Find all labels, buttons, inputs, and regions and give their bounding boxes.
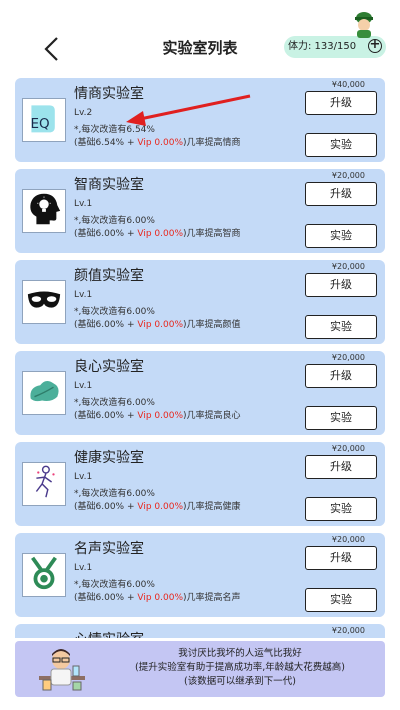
lab-formula: (基础6.54% + Vip 0.00%)几率提高情商 (74, 135, 241, 148)
formula-vip: Vip 0.00% (137, 320, 183, 330)
lab-card: 良心实验室 ¥20,000 Lv.1 *,每次改造有6.00% (基础6.00% + V… (15, 351, 385, 435)
lab-list[interactable]: EQ 情商实验室 ¥40,000 Lv.2 *,每次改造有6.54% (基础6.54% +… (15, 78, 385, 638)
lab-card: EQ 情商实验室 ¥40,000 Lv.2 *,每次改造有6.54% (基础6.54% +… (15, 78, 385, 162)
formula-vip: Vip 0.00% (137, 593, 183, 603)
stamina-label: 体力: 133/150 (288, 41, 357, 52)
formula-base: (基础6.54% + (74, 138, 138, 148)
footer-line-2: (提升实验室有助于提高成功率,年龄越大花费越高) (135, 662, 345, 673)
formula-base: (基础6.00% + (74, 229, 138, 239)
footer-line-1: 我讨厌比我坏的人运气比我好 (178, 648, 302, 659)
upgrade-button[interactable]: 升级 (305, 91, 377, 115)
leaf-icon (25, 372, 63, 414)
lab-price: ¥20,000 (331, 535, 365, 544)
experiment-button[interactable]: 实验 (305, 588, 377, 612)
formula-effect: )几率提高名声 (183, 593, 241, 603)
formula-effect: )几率提高健康 (183, 502, 241, 512)
lab-name: 良心实验室 (74, 359, 144, 375)
lab-description: *,每次改造有6.00% (74, 307, 155, 317)
medal-icon (25, 554, 63, 596)
lab-level: Lv.1 (74, 381, 93, 391)
header: 实验室列表 体力: 133/150 + (0, 0, 400, 90)
formula-effect: )几率提高良心 (183, 411, 241, 421)
formula-base: (基础6.00% + (74, 502, 138, 512)
experiment-button[interactable]: 实验 (305, 315, 377, 339)
formula-vip: Vip 0.00% (137, 138, 183, 148)
formula-base: (基础6.00% + (74, 593, 138, 603)
lab-icon-frame (22, 189, 66, 233)
lab-price: ¥20,000 (331, 171, 365, 180)
upgrade-button[interactable]: 升级 (305, 546, 377, 570)
upgrade-button[interactable]: 升级 (305, 273, 377, 297)
lab-description: *,每次改造有6.54% (74, 125, 155, 135)
lab-name: 情商实验室 (74, 86, 144, 102)
lab-level: Lv.1 (74, 199, 93, 209)
lab-name: 智商实验室 (74, 177, 144, 193)
upgrade-button[interactable]: 升级 (305, 182, 377, 206)
lab-price: ¥20,000 (331, 444, 365, 453)
lab-price: ¥20,000 (331, 353, 365, 362)
upgrade-button[interactable]: 升级 (305, 364, 377, 388)
lab-icon-frame (22, 280, 66, 324)
lab-name: 心情实验室 (74, 629, 144, 638)
lab-card: 名声实验室 ¥20,000 Lv.1 *,每次改造有6.00% (基础6.00% + V… (15, 533, 385, 617)
lab-description: *,每次改造有6.00% (74, 489, 155, 499)
formula-effect: )几率提高智商 (183, 229, 241, 239)
lab-price: ¥40,000 (331, 80, 365, 89)
footer-line-3: (该数据可以继承到下一代) (184, 676, 296, 687)
lab-price: ¥20,000 (331, 262, 365, 271)
lab-formula: (基础6.00% + Vip 0.00%)几率提高名声 (74, 590, 241, 603)
lab-description: *,每次改造有6.00% (74, 216, 155, 226)
lab-card: 健康实验室 ¥20,000 Lv.1 *,每次改造有6.00% (基础6.00% + V… (15, 442, 385, 526)
add-stamina-button[interactable]: + (368, 38, 382, 53)
mascot-icon (355, 12, 373, 38)
formula-vip: Vip 0.00% (137, 411, 183, 421)
formula-effect: )几率提高情商 (183, 138, 241, 148)
formula-base: (基础6.00% + (74, 411, 138, 421)
lab-formula: (基础6.00% + Vip 0.00%)几率提高颜值 (74, 317, 241, 330)
svg-text:EQ: EQ (31, 116, 50, 132)
experiment-button[interactable]: 实验 (305, 497, 377, 521)
mask-icon (25, 281, 63, 323)
lab-card: 智商实验室 ¥20,000 Lv.1 *,每次改造有6.00% (基础6.00% + V… (15, 169, 385, 253)
lab-formula: (基础6.00% + Vip 0.00%)几率提高智商 (74, 226, 241, 239)
experiment-button[interactable]: 实验 (305, 133, 377, 157)
lab-card: 心情实验室 ¥20,000 (15, 624, 385, 638)
stamina-indicator: 体力: 133/150 + (284, 36, 386, 58)
lab-icon-frame (22, 462, 66, 506)
upgrade-button[interactable]: 升级 (305, 455, 377, 479)
formula-base: (基础6.00% + (74, 320, 138, 330)
lab-level: Lv.1 (74, 563, 93, 573)
formula-effect: )几率提高颜值 (183, 320, 241, 330)
lab-level: Lv.2 (74, 108, 93, 118)
lab-price: ¥20,000 (331, 626, 365, 635)
lab-card: 颜值实验室 ¥20,000 Lv.1 *,每次改造有6.00% (基础6.00% + V… (15, 260, 385, 344)
lab-level: Lv.1 (74, 290, 93, 300)
lab-level: Lv.1 (74, 472, 93, 482)
formula-vip: Vip 0.00% (137, 502, 183, 512)
lab-icon-frame: EQ (22, 98, 66, 142)
footer-banner: 我讨厌比我坏的人运气比我好 (提升实验室有助于提高成功率,年龄越大花费越高) (… (15, 641, 385, 697)
experiment-button[interactable]: 实验 (305, 224, 377, 248)
experiment-button[interactable]: 实验 (305, 406, 377, 430)
lab-name: 名声实验室 (74, 541, 144, 557)
brain-bulb-icon (25, 190, 63, 232)
lab-description: *,每次改造有6.00% (74, 398, 155, 408)
runner-icon (25, 463, 63, 505)
lab-formula: (基础6.00% + Vip 0.00%)几率提高健康 (74, 499, 241, 512)
scientist-character-icon (39, 649, 85, 691)
lab-name: 健康实验室 (74, 450, 144, 466)
lab-name: 颜值实验室 (74, 268, 144, 284)
lab-icon-frame (22, 371, 66, 415)
footer-text: 我讨厌比我坏的人运气比我好 (提升实验室有助于提高成功率,年龄越大花费越高) (… (100, 647, 380, 689)
lab-icon-frame (22, 553, 66, 597)
lab-formula: (基础6.00% + Vip 0.00%)几率提高良心 (74, 408, 241, 421)
formula-vip: Vip 0.00% (137, 229, 183, 239)
eq-icon: EQ (26, 100, 62, 140)
lab-description: *,每次改造有6.00% (74, 580, 155, 590)
